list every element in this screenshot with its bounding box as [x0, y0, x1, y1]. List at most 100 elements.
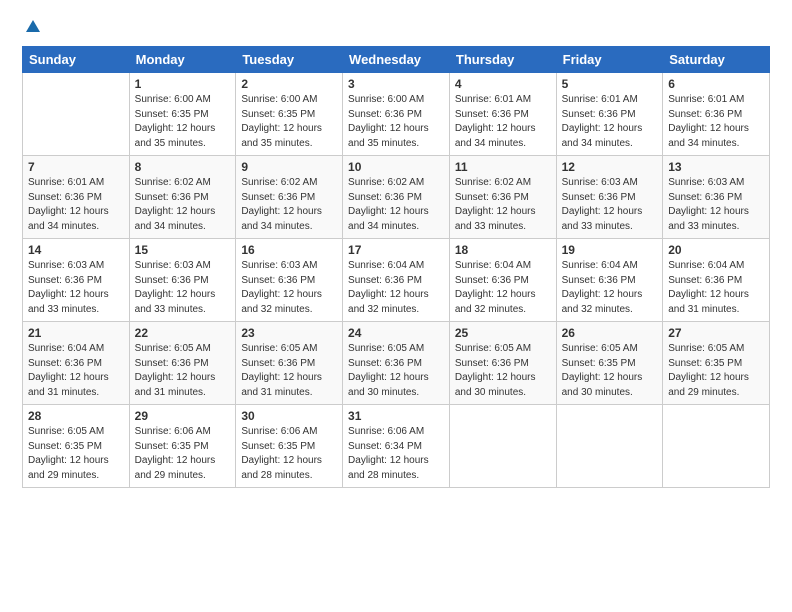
day-info: Sunrise: 6:05 AMSunset: 6:35 PMDaylight:…	[562, 342, 658, 400]
day-number: 2	[241, 77, 337, 91]
day-number: 10	[348, 160, 444, 174]
calendar-cell: 8 Sunrise: 6:02 AMSunset: 6:36 PMDaylight…	[129, 156, 236, 239]
day-info: Sunrise: 6:05 AMSunset: 6:36 PMDaylight:…	[241, 342, 337, 400]
day-info: Sunrise: 6:03 AMSunset: 6:36 PMDaylight:…	[135, 259, 231, 317]
weekday-header: Monday	[129, 47, 236, 73]
calendar-cell: 9Sunrise: 6:02 AMSunset: 6:36 PMDaylight…	[236, 156, 343, 239]
day-info: Sunrise: 6:02 AMSunset: 6:36 PMDaylight:…	[135, 176, 231, 234]
day-info: Sunrise: 6:06 AMSunset: 6:35 PMDaylight:…	[135, 425, 231, 483]
day-number: 11	[455, 160, 551, 174]
calendar-cell: 15 Sunrise: 6:03 AMSunset: 6:36 PMDayligh…	[129, 239, 236, 322]
weekday-header: Wednesday	[343, 47, 450, 73]
calendar-week-row: 7 Sunrise: 6:01 AMSunset: 6:36 PMDaylight…	[23, 156, 770, 239]
day-number: 3	[348, 77, 444, 91]
weekday-header: Thursday	[449, 47, 556, 73]
calendar-cell: 26 Sunrise: 6:05 AMSunset: 6:35 PMDayligh…	[556, 322, 663, 405]
day-number: 22	[135, 326, 231, 340]
calendar-week-row: 21 Sunrise: 6:04 AMSunset: 6:36 PMDayligh…	[23, 322, 770, 405]
day-info: Sunrise: 6:05 AMSunset: 6:36 PMDaylight:…	[455, 342, 551, 400]
calendar-cell	[556, 405, 663, 488]
calendar-cell: 22Sunrise: 6:05 AMSunset: 6:36 PMDayligh…	[129, 322, 236, 405]
day-number: 14	[28, 243, 124, 257]
day-info: Sunrise: 6:06 AMSunset: 6:34 PMDaylight:…	[348, 425, 444, 483]
calendar-cell: 11 Sunrise: 6:02 AMSunset: 6:36 PMDayligh…	[449, 156, 556, 239]
calendar-cell: 13Sunrise: 6:03 AMSunset: 6:36 PMDayligh…	[663, 156, 770, 239]
calendar-cell: 25 Sunrise: 6:05 AMSunset: 6:36 PMDayligh…	[449, 322, 556, 405]
calendar-week-row: 14 Sunrise: 6:03 AMSunset: 6:36 PMDayligh…	[23, 239, 770, 322]
calendar-cell	[449, 405, 556, 488]
day-number: 5	[562, 77, 658, 91]
day-info: Sunrise: 6:03 AMSunset: 6:36 PMDaylight:…	[241, 259, 337, 317]
day-number: 28	[28, 409, 124, 423]
page: SundayMondayTuesdayWednesdayThursdayFrid…	[0, 0, 792, 500]
logo	[22, 18, 42, 36]
day-info: Sunrise: 6:01 AMSunset: 6:36 PMDaylight:…	[668, 93, 764, 151]
day-number: 15	[135, 243, 231, 257]
calendar-cell: 17Sunrise: 6:04 AMSunset: 6:36 PMDayligh…	[343, 239, 450, 322]
day-number: 1	[135, 77, 231, 91]
day-info: Sunrise: 6:04 AMSunset: 6:36 PMDaylight:…	[668, 259, 764, 317]
calendar-cell: 10 Sunrise: 6:02 AMSunset: 6:36 PMDayligh…	[343, 156, 450, 239]
day-number: 12	[562, 160, 658, 174]
calendar-cell: 21 Sunrise: 6:04 AMSunset: 6:36 PMDayligh…	[23, 322, 130, 405]
calendar-week-row: 1 Sunrise: 6:00 AMSunset: 6:35 PMDaylight…	[23, 73, 770, 156]
day-info: Sunrise: 6:00 AMSunset: 6:36 PMDaylight:…	[348, 93, 444, 151]
calendar-cell: 27 Sunrise: 6:05 AMSunset: 6:35 PMDayligh…	[663, 322, 770, 405]
calendar-cell: 6 Sunrise: 6:01 AMSunset: 6:36 PMDaylight…	[663, 73, 770, 156]
day-info: Sunrise: 6:02 AMSunset: 6:36 PMDaylight:…	[348, 176, 444, 234]
day-number: 27	[668, 326, 764, 340]
day-number: 8	[135, 160, 231, 174]
calendar-cell: 18 Sunrise: 6:04 AMSunset: 6:36 PMDayligh…	[449, 239, 556, 322]
calendar-cell: 14 Sunrise: 6:03 AMSunset: 6:36 PMDayligh…	[23, 239, 130, 322]
calendar-header-row: SundayMondayTuesdayWednesdayThursdayFrid…	[23, 47, 770, 73]
day-number: 20	[668, 243, 764, 257]
day-info: Sunrise: 6:03 AMSunset: 6:36 PMDaylight:…	[668, 176, 764, 234]
day-number: 31	[348, 409, 444, 423]
weekday-header: Saturday	[663, 47, 770, 73]
day-number: 30	[241, 409, 337, 423]
calendar-cell	[663, 405, 770, 488]
day-number: 24	[348, 326, 444, 340]
day-info: Sunrise: 6:01 AMSunset: 6:36 PMDaylight:…	[28, 176, 124, 234]
day-number: 16	[241, 243, 337, 257]
calendar-cell: 24 Sunrise: 6:05 AMSunset: 6:36 PMDayligh…	[343, 322, 450, 405]
calendar: SundayMondayTuesdayWednesdayThursdayFrid…	[22, 46, 770, 488]
calendar-cell: 28 Sunrise: 6:05 AMSunset: 6:35 PMDayligh…	[23, 405, 130, 488]
day-number: 18	[455, 243, 551, 257]
day-info: Sunrise: 6:05 AMSunset: 6:36 PMDaylight:…	[348, 342, 444, 400]
calendar-week-row: 28 Sunrise: 6:05 AMSunset: 6:35 PMDayligh…	[23, 405, 770, 488]
day-info: Sunrise: 6:04 AMSunset: 6:36 PMDaylight:…	[455, 259, 551, 317]
day-info: Sunrise: 6:04 AMSunset: 6:36 PMDaylight:…	[28, 342, 124, 400]
day-info: Sunrise: 6:05 AMSunset: 6:35 PMDaylight:…	[28, 425, 124, 483]
day-info: Sunrise: 6:01 AMSunset: 6:36 PMDaylight:…	[455, 93, 551, 151]
day-info: Sunrise: 6:03 AMSunset: 6:36 PMDaylight:…	[562, 176, 658, 234]
calendar-cell: 3 Sunrise: 6:00 AMSunset: 6:36 PMDaylight…	[343, 73, 450, 156]
logo-icon	[24, 18, 42, 36]
day-number: 6	[668, 77, 764, 91]
day-info: Sunrise: 6:00 AMSunset: 6:35 PMDaylight:…	[135, 93, 231, 151]
calendar-cell: 1 Sunrise: 6:00 AMSunset: 6:35 PMDaylight…	[129, 73, 236, 156]
day-number: 21	[28, 326, 124, 340]
day-number: 26	[562, 326, 658, 340]
day-info: Sunrise: 6:02 AMSunset: 6:36 PMDaylight:…	[455, 176, 551, 234]
day-number: 23	[241, 326, 337, 340]
calendar-cell: 7 Sunrise: 6:01 AMSunset: 6:36 PMDaylight…	[23, 156, 130, 239]
calendar-cell: 19Sunrise: 6:04 AMSunset: 6:36 PMDayligh…	[556, 239, 663, 322]
calendar-cell: 2 Sunrise: 6:00 AMSunset: 6:35 PMDaylight…	[236, 73, 343, 156]
day-number: 9	[241, 160, 337, 174]
day-info: Sunrise: 6:00 AMSunset: 6:35 PMDaylight:…	[241, 93, 337, 151]
day-info: Sunrise: 6:03 AMSunset: 6:36 PMDaylight:…	[28, 259, 124, 317]
calendar-cell: 23 Sunrise: 6:05 AMSunset: 6:36 PMDayligh…	[236, 322, 343, 405]
day-number: 7	[28, 160, 124, 174]
day-info: Sunrise: 6:05 AMSunset: 6:35 PMDaylight:…	[668, 342, 764, 400]
calendar-cell: 4Sunrise: 6:01 AMSunset: 6:36 PMDaylight…	[449, 73, 556, 156]
calendar-cell: 16 Sunrise: 6:03 AMSunset: 6:36 PMDayligh…	[236, 239, 343, 322]
calendar-cell: 20 Sunrise: 6:04 AMSunset: 6:36 PMDayligh…	[663, 239, 770, 322]
day-number: 25	[455, 326, 551, 340]
day-number: 29	[135, 409, 231, 423]
day-number: 19	[562, 243, 658, 257]
calendar-cell: 29 Sunrise: 6:06 AMSunset: 6:35 PMDayligh…	[129, 405, 236, 488]
day-number: 17	[348, 243, 444, 257]
calendar-cell	[23, 73, 130, 156]
weekday-header: Friday	[556, 47, 663, 73]
